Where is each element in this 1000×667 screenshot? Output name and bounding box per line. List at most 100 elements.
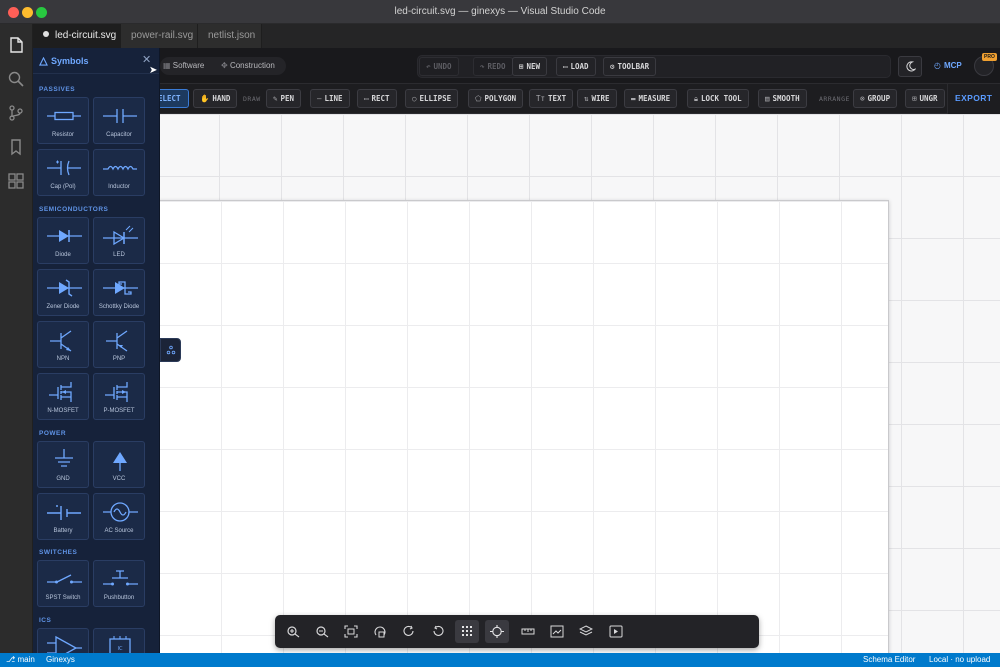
grid-toggle-button[interactable] (455, 620, 479, 643)
group-label-arrange: ARRANGE (819, 95, 850, 103)
tab-netlist[interactable]: netlist.json (198, 24, 262, 48)
symbol-zener-diode[interactable]: Zener Diode (37, 269, 89, 316)
symbol-ic[interactable]: IC (93, 628, 145, 653)
resistor-icon (47, 111, 81, 121)
activity-bar (0, 24, 33, 653)
hand-tool-button[interactable]: ✋ HAND (193, 89, 238, 108)
battery-icon (47, 505, 81, 520)
modified-dot-icon (43, 31, 49, 37)
ruler-button[interactable] (516, 620, 540, 643)
source-control-icon[interactable] (7, 104, 25, 122)
symbol-ac-source[interactable]: AC Source (93, 493, 145, 540)
rotate-left-button[interactable] (426, 620, 450, 643)
draw-toolbar: ELECT ✋ HAND DRAW ✎ PEN — LINE ▭ RECT ○ ELLIP… (33, 84, 1000, 114)
toolbar-button[interactable]: ⚙ TOOLBAR (603, 57, 657, 76)
ellipse-tool-button[interactable]: ○ ELLIPSE (405, 89, 459, 108)
layers-button[interactable] (574, 620, 598, 643)
smooth-button[interactable]: ▤ SMOOTH (758, 89, 807, 108)
polygon-tool-button[interactable]: ⬠ POLYGON (468, 89, 524, 108)
search-icon[interactable] (7, 70, 25, 88)
polarized-capacitor-icon (47, 160, 81, 176)
symbol-led[interactable]: LED (93, 217, 145, 264)
artboard[interactable] (158, 200, 889, 653)
svg-text:IC: IC (118, 646, 123, 652)
symbol-cap-pol[interactable]: Cap (Pol) (37, 149, 89, 196)
status-bar: ⎇ main Ginexys Schema Editor Local · no … (0, 653, 1000, 667)
vscode-window: led-circuit.svg — ginexys — Visual Studi… (0, 0, 1000, 667)
tab-led-circuit[interactable]: led-circuit.svg (33, 24, 121, 48)
layers-icon (579, 625, 593, 636)
rotate-left-icon (433, 625, 444, 636)
branch-indicator[interactable]: ⎇ main (6, 653, 35, 667)
line-tool-button[interactable]: — LINE (310, 89, 350, 108)
load-button[interactable]: ▭ LOAD (556, 57, 596, 76)
snap-button[interactable] (368, 620, 392, 643)
mouse-cursor-icon: ➤ (149, 65, 158, 76)
lock-tool-button[interactable]: 🔒︎ LOCK TOOL (687, 89, 749, 108)
fit-to-screen-button[interactable] (339, 620, 363, 643)
symbol-spst-switch[interactable]: SPST Switch (37, 560, 89, 607)
editor-mode[interactable]: Schema Editor (863, 653, 915, 667)
upload-status[interactable]: Local · no upload (929, 653, 990, 667)
symbol-inductor[interactable]: Inductor (93, 149, 145, 196)
new-button[interactable]: ⊞ NEW (512, 57, 548, 76)
pill-construction[interactable]: ✥ Construction (221, 57, 275, 75)
pushbutton-icon (103, 570, 138, 586)
editor-tabs: led-circuit.svg power-rail.svg netlist.j… (33, 24, 1000, 48)
text-tool-button[interactable]: Tт TEXT (529, 89, 574, 108)
export-button[interactable]: EXPORT (955, 93, 992, 103)
title-bar: led-circuit.svg — ginexys — Visual Studi… (0, 0, 1000, 24)
extensions-icon[interactable] (7, 172, 25, 190)
crosshair-button[interactable] (485, 620, 509, 643)
zoom-in-icon (287, 626, 300, 638)
redo-button[interactable]: ↷ REDO (473, 57, 513, 76)
symbols-panel-header: Symbols ✕ ➤ (33, 48, 159, 76)
symbol-vcc[interactable]: VCC (93, 441, 145, 488)
snap-icon (374, 626, 386, 638)
symbol-op-amp[interactable] (37, 628, 89, 653)
symbol-p-mosfet[interactable]: P-MOSFET (93, 373, 145, 420)
wire-tool-button[interactable]: ⇅ WIRE (577, 89, 617, 108)
symbol-npn[interactable]: NPN (37, 321, 89, 368)
symbol-n-mosfet[interactable]: N-MOSFET (37, 373, 89, 420)
inductor-icon (103, 165, 137, 171)
rect-tool-button[interactable]: ▭ RECT (357, 89, 397, 108)
floating-panel-toggle[interactable] (160, 338, 181, 362)
image-button[interactable] (545, 620, 569, 643)
zoom-out-button[interactable] (310, 620, 334, 643)
symbol-schottky-diode[interactable]: Schottky Diode (93, 269, 145, 316)
tab-power-rail[interactable]: power-rail.svg (121, 24, 198, 48)
explorer-icon[interactable] (7, 36, 25, 54)
nodes-icon (166, 345, 176, 355)
rotate-right-button[interactable] (397, 620, 421, 643)
project-name[interactable]: Ginexys (46, 653, 75, 667)
symbol-pushbutton[interactable]: Pushbutton (93, 560, 145, 607)
ungroup-button[interactable]: ⊞ UNGR (905, 89, 945, 108)
preview-button[interactable] (604, 620, 628, 643)
editor-canvas[interactable] (33, 114, 1000, 653)
mcp-button[interactable]: ◴ MCP (934, 61, 962, 70)
symbols-panel-title: Symbols (51, 56, 89, 66)
group-button[interactable]: ⊗ GROUP (853, 89, 898, 108)
symbol-battery[interactable]: Battery (37, 493, 89, 540)
theme-toggle-button[interactable] (898, 56, 922, 77)
view-toolbar (275, 615, 759, 648)
pro-badge: PRO (982, 53, 997, 61)
pen-tool-button[interactable]: ✎ PEN (266, 89, 302, 108)
pill-software[interactable]: ▦ Software (163, 57, 204, 75)
section-ics: ICS (39, 617, 52, 624)
symbol-gnd[interactable]: GND (37, 441, 89, 488)
pnp-transistor-icon (106, 330, 128, 352)
n-mosfet-icon (49, 382, 72, 402)
zoom-in-button[interactable] (281, 620, 305, 643)
diode-icon (47, 230, 82, 242)
undo-button[interactable]: ↶ UNDO (419, 57, 459, 76)
zoom-out-icon (316, 626, 329, 638)
bookmark-icon[interactable] (7, 138, 25, 156)
measure-tool-button[interactable]: ▬ MEASURE (624, 89, 678, 108)
play-icon (609, 625, 623, 638)
symbol-resistor[interactable]: Resistor (37, 97, 89, 144)
symbol-diode[interactable]: Diode (37, 217, 89, 264)
symbol-capacitor[interactable]: Capacitor (93, 97, 145, 144)
symbol-pnp[interactable]: PNP (93, 321, 145, 368)
